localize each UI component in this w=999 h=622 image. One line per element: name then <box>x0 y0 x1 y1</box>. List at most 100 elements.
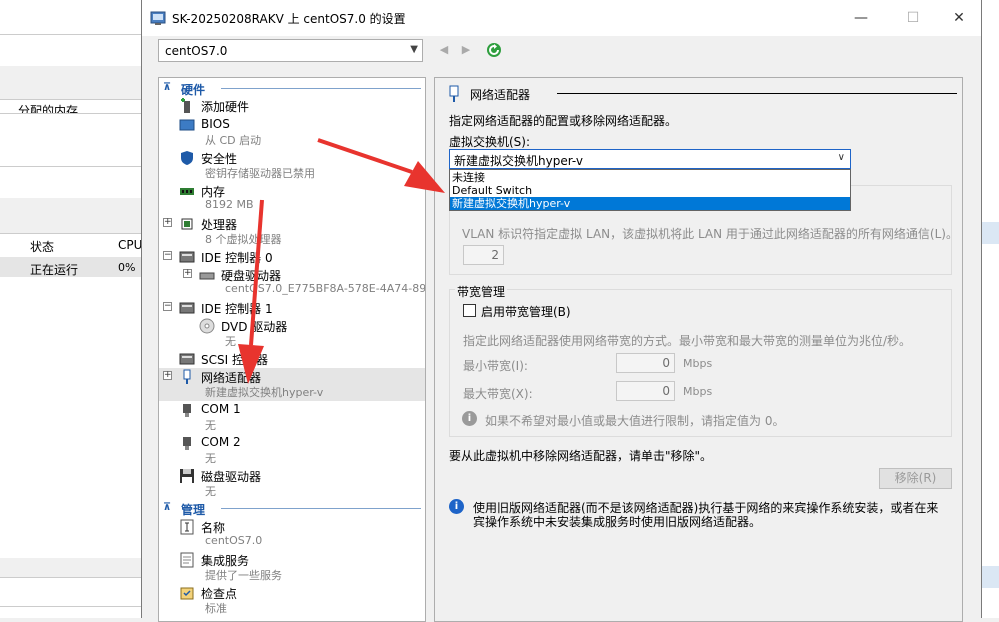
diskette-icon <box>180 469 194 483</box>
chevron-down-icon: ∨ <box>837 152 845 163</box>
chevron-down-icon: ▼ <box>410 44 418 55</box>
max-bandwidth-input[interactable]: 0 <box>616 381 675 401</box>
tree-item-detail: 无 <box>225 335 236 348</box>
pane-footer <box>0 558 141 578</box>
refresh-icon[interactable] <box>486 42 502 58</box>
vm-status: 正在运行 <box>30 263 79 277</box>
column-header-row: 分配的内存 <box>0 100 141 114</box>
tree-item-checkpoints[interactable]: 检查点 标准 <box>159 584 425 617</box>
com-port-icon <box>183 437 191 450</box>
tree-item-label: BIOS <box>201 117 230 131</box>
min-bandwidth-unit: Mbps <box>683 357 713 370</box>
collapse-icon[interactable]: ⊼ <box>163 502 171 513</box>
tree-item-ide-controller-1[interactable]: − IDE 控制器 1 <box>159 299 425 316</box>
collapse-icon[interactable]: ⊼ <box>163 82 171 93</box>
tree-item-bios[interactable]: BIOS 从 CD 启动 <box>159 116 425 149</box>
expand-icon[interactable]: + <box>163 218 172 227</box>
vm-row[interactable]: 正在运行 0% <box>0 257 141 277</box>
window-title: SK-20250208RAKV 上 centOS7.0 的设置 <box>172 12 406 26</box>
tree-item-scsi-controller[interactable]: SCSI 控制器 <box>159 350 425 367</box>
tree-item-network-adapter[interactable]: + 网络适配器 新建虚拟交换机hyper-v <box>159 368 425 401</box>
network-adapter-icon <box>449 85 459 102</box>
close-button[interactable]: ✕ <box>944 6 974 30</box>
processor-icon <box>181 218 193 230</box>
tree-item-detail: 无 <box>205 419 216 432</box>
tree-item-dvd-drive[interactable]: DVD 驱动器 无 <box>159 317 425 350</box>
pane-header <box>0 66 141 100</box>
column-header-memory: 分配的内存 <box>18 104 79 113</box>
divider <box>221 508 421 509</box>
management-section-label: 管理 <box>181 503 206 517</box>
bandwidth-description: 指定此网络适配器使用网络带宽的方式。最小带宽和最大带宽的测量单位为兆位/秒。 <box>463 334 912 348</box>
tree-item-memory[interactable]: 内存 8192 MB <box>159 182 425 215</box>
column-header-cpu[interactable]: CPU <box>118 238 142 252</box>
virtual-switch-dropdown[interactable]: 新建虚拟交换机hyper-v ∨ <box>449 149 851 169</box>
controller-icon <box>179 302 195 314</box>
tree-item-integration-services[interactable]: 集成服务 提供了一些服务 <box>159 551 425 584</box>
max-bandwidth-label: 最大带宽(X): <box>463 387 533 401</box>
vm-selector-dropdown[interactable]: centOS7.0 ▼ <box>158 39 423 62</box>
memory-icon <box>180 188 194 195</box>
tree-item-detail: 8 个虚拟处理器 <box>205 233 282 246</box>
tree-item-detail: 8192 MB <box>205 198 254 211</box>
tree-item-detail: 无 <box>205 485 216 498</box>
panel-title: 网络适配器 <box>470 88 531 102</box>
dvd-icon <box>199 318 215 334</box>
tree-item-com2[interactable]: COM 2 无 <box>159 434 425 467</box>
controller-icon <box>179 251 195 263</box>
minimize-button[interactable]: — <box>846 6 876 30</box>
tree-item-detail: 从 CD 启动 <box>205 134 262 147</box>
divider <box>0 166 141 167</box>
hardware-section-label: 硬件 <box>181 83 206 97</box>
pane-header <box>0 198 141 234</box>
divider <box>0 34 141 35</box>
remove-button[interactable]: 移除(R) <box>879 468 952 489</box>
tree-item-hard-drive[interactable]: + 硬盘驱动器 centOS7.0_E775BF8A-578E-4A74-892… <box>159 266 425 299</box>
bandwidth-checkbox[interactable] <box>463 304 476 317</box>
switch-option-not-connected[interactable]: 未连接 <box>450 171 850 184</box>
tree-item-detail: 标准 <box>205 602 227 615</box>
max-bandwidth-unit: Mbps <box>683 385 713 398</box>
info-icon: i <box>462 411 477 426</box>
shield-icon <box>181 151 193 165</box>
switch-option-default-switch[interactable]: Default Switch <box>450 184 850 197</box>
tree-item-com1[interactable]: COM 1 无 <box>159 401 425 434</box>
network-adapter-icon <box>183 369 191 384</box>
settings-dialog: SK-20250208RAKV 上 centOS7.0 的设置 — ☐ ✕ ce… <box>141 0 982 622</box>
checkpoint-icon <box>180 587 194 600</box>
tree-item-processor[interactable]: + 处理器 8 个虚拟处理器 <box>159 215 425 248</box>
vm-selector-value: centOS7.0 <box>165 44 228 58</box>
collapse-icon[interactable]: − <box>163 251 172 260</box>
tree-item-diskette-drive[interactable]: 磁盘驱动器 无 <box>159 467 425 500</box>
vm-cpu: 0% <box>118 261 136 274</box>
expand-icon[interactable]: + <box>163 371 172 380</box>
back-arrow-icon[interactable]: ◀ <box>436 42 452 58</box>
virtual-switch-options: 未连接 Default Switch 新建虚拟交换机hyper-v <box>449 169 851 211</box>
tree-item-label: 添加硬件 <box>201 100 250 114</box>
tree-item-name[interactable]: 名称 centOS7.0 <box>159 518 425 551</box>
tree-item-detail: 新建虚拟交换机hyper-v <box>205 386 324 399</box>
hardware-section-header[interactable]: ⊼ 硬件 <box>159 80 425 97</box>
maximize-button[interactable]: ☐ <box>898 6 928 30</box>
column-header-status[interactable]: 状态 <box>30 238 54 255</box>
vlan-id-input[interactable]: 2 <box>463 245 504 265</box>
bios-icon <box>179 119 195 131</box>
divider <box>221 88 421 89</box>
tree-item-detail: 密钥存储驱动器已禁用 <box>205 167 315 180</box>
tree-item-detail: centOS7.0 <box>205 534 263 547</box>
collapse-icon[interactable]: − <box>163 302 172 311</box>
controller-icon <box>179 353 195 365</box>
tree-item-security[interactable]: 安全性 密钥存储驱动器已禁用 <box>159 149 425 182</box>
tree-item-ide-controller-0[interactable]: − IDE 控制器 0 <box>159 248 425 265</box>
expand-icon[interactable]: + <box>183 269 192 278</box>
virtual-switch-value: 新建虚拟交换机hyper-v <box>454 154 583 168</box>
management-section-header[interactable]: ⊼ 管理 <box>159 500 425 517</box>
tree-item-label: SCSI 控制器 <box>201 353 268 367</box>
tree-item-label: COM 1 <box>201 402 241 416</box>
document-icon <box>180 552 194 568</box>
switch-option-hyper-v[interactable]: 新建虚拟交换机hyper-v <box>450 197 850 210</box>
add-hardware-icon <box>181 98 190 113</box>
min-bandwidth-input[interactable]: 0 <box>616 353 675 373</box>
forward-arrow-icon[interactable]: ▶ <box>458 42 474 58</box>
bandwidth-group-title: 带宽管理 <box>455 283 508 300</box>
